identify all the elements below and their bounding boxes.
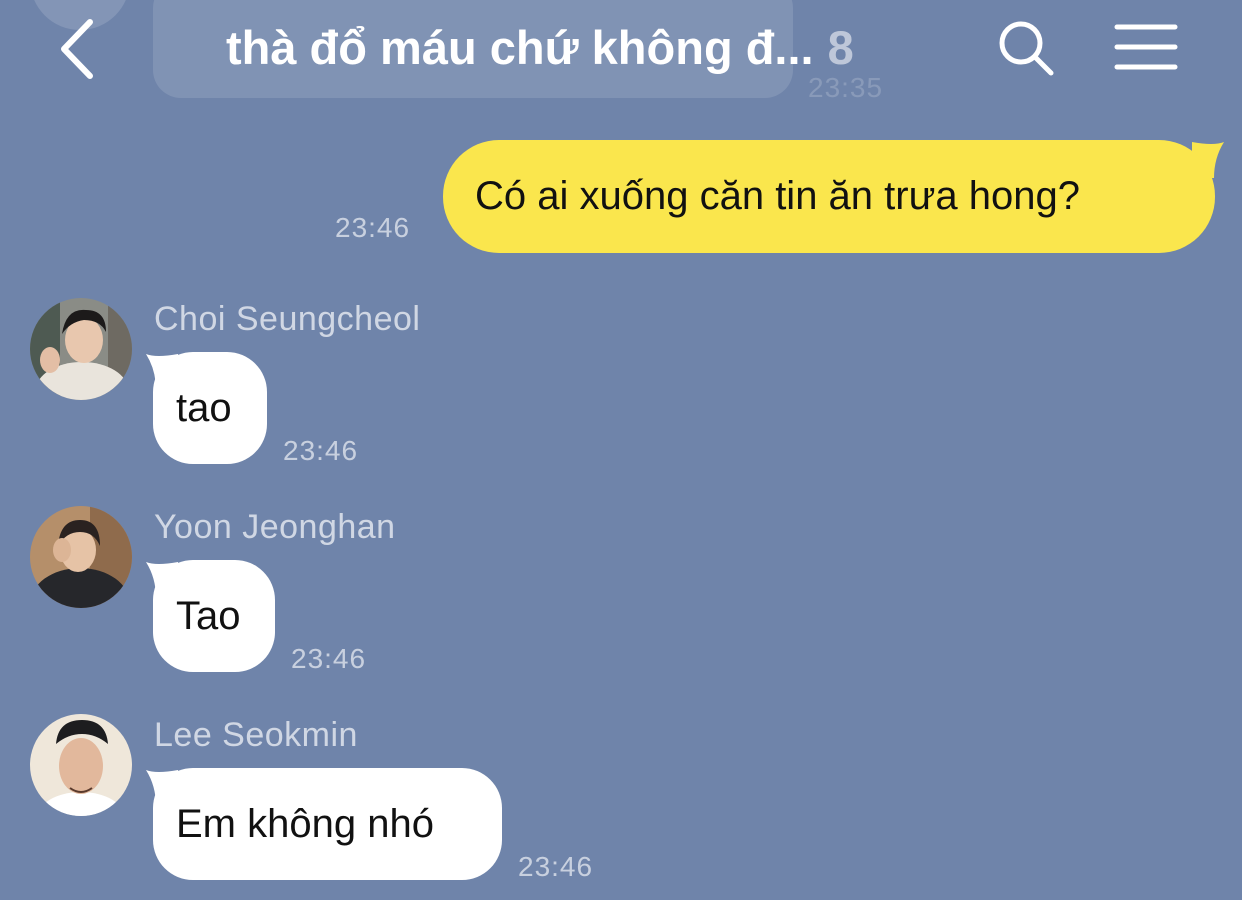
- avatar-choi-seungcheol[interactable]: [30, 298, 132, 400]
- profile-photo-icon: [30, 298, 132, 400]
- chevron-left-icon: [61, 19, 93, 79]
- chat-header: 23:35 thà đổ máu chứ không đ... 8: [0, 0, 1242, 110]
- message-bubble[interactable]: tao: [153, 352, 267, 464]
- sender-name: Choi Seungcheol: [154, 300, 421, 338]
- chat-title: thà đổ máu chứ không đ...: [226, 21, 814, 74]
- back-button[interactable]: [52, 14, 112, 84]
- message-time: 23:46: [518, 851, 594, 882]
- hamburger-menu-icon: [1114, 24, 1178, 70]
- search-button[interactable]: [996, 18, 1056, 78]
- chat-title-area[interactable]: thà đổ máu chứ không đ... 8: [226, 18, 946, 78]
- menu-button[interactable]: [1114, 22, 1178, 74]
- search-icon: [999, 21, 1054, 76]
- message-time: 23:46: [291, 643, 367, 674]
- avatar-lee-seokmin[interactable]: [30, 714, 132, 816]
- sender-name: Lee Seokmin: [154, 716, 358, 754]
- message-bubble[interactable]: Em không nhó: [153, 768, 502, 880]
- sender-name: Yoon Jeonghan: [154, 508, 396, 546]
- my-message-bubble[interactable]: Có ai xuống căn tin ăn trưa hong?: [443, 140, 1215, 253]
- message-bubble[interactable]: Tao: [153, 560, 275, 672]
- profile-photo-icon: [30, 506, 132, 608]
- member-count: 8: [827, 21, 854, 74]
- profile-photo-icon: [30, 714, 132, 816]
- avatar-yoon-jeonghan[interactable]: [30, 506, 132, 608]
- message-time: 23:46: [335, 212, 411, 243]
- message-time: 23:46: [283, 435, 359, 466]
